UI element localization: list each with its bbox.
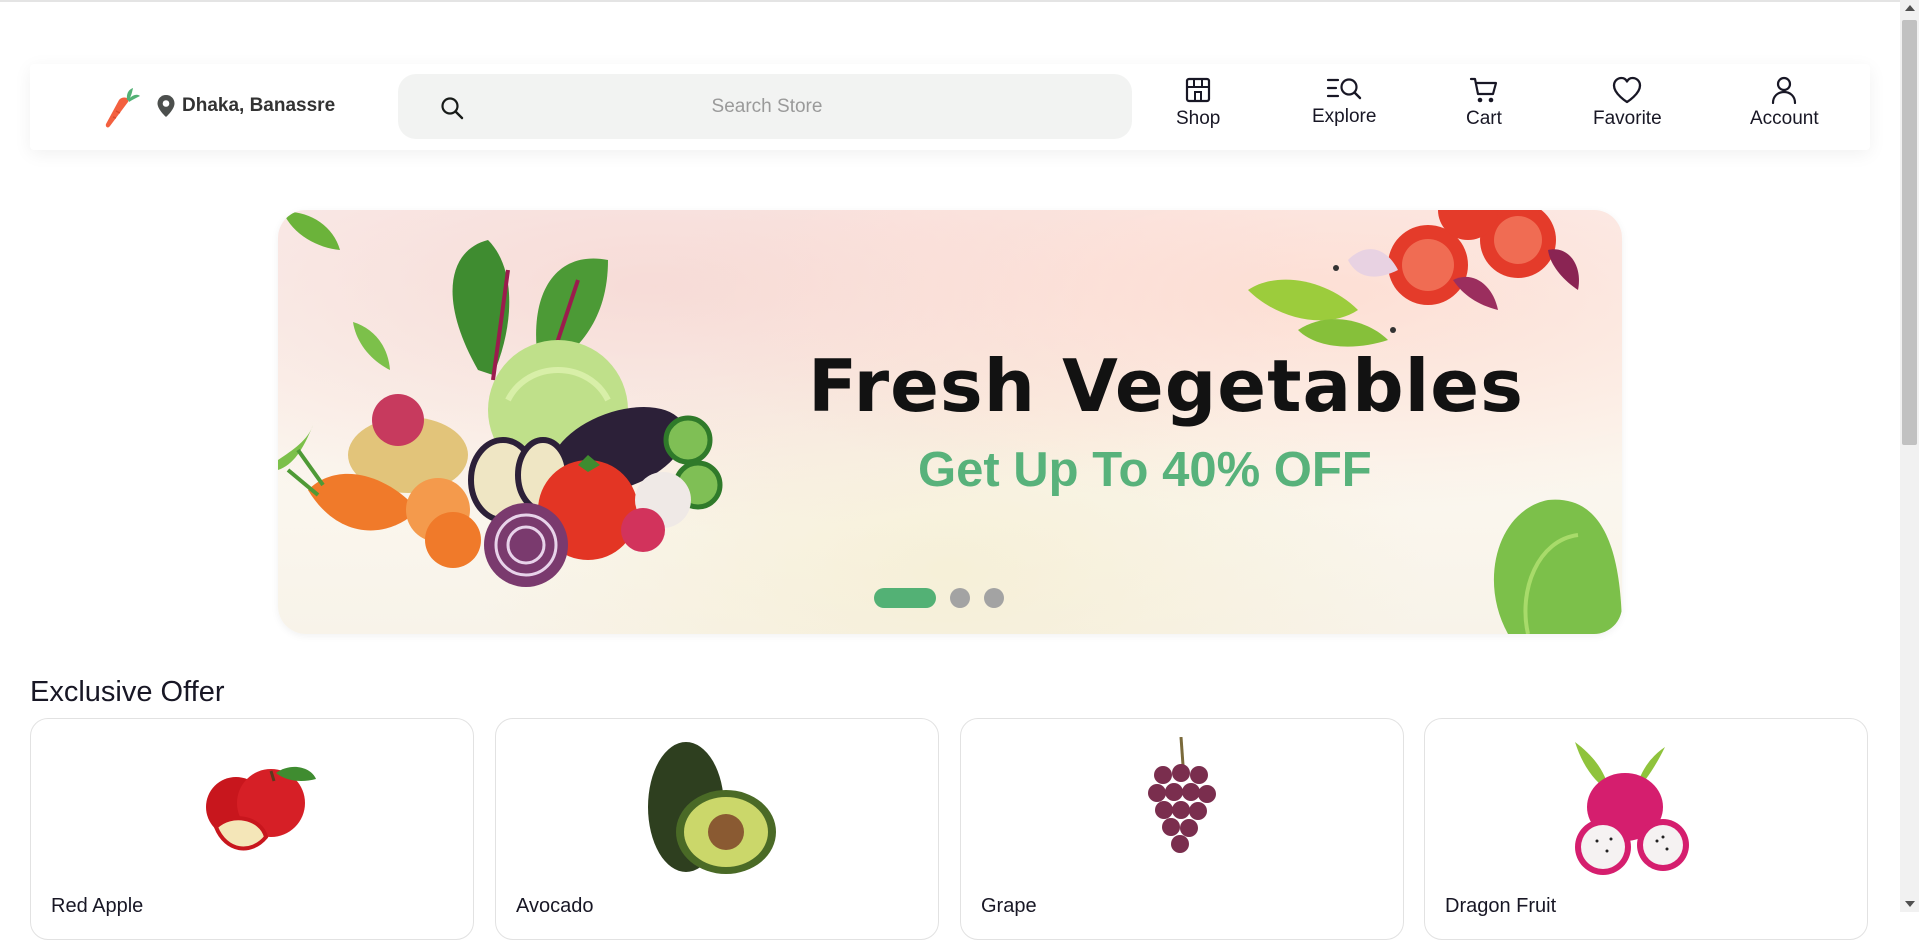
avocado-image [648, 742, 776, 874]
user-icon [1772, 76, 1797, 104]
carousel-dots [874, 588, 1004, 608]
product-card-avocado[interactable]: Avocado [495, 718, 939, 940]
location-selector[interactable]: Dhaka, Banassre [156, 94, 335, 118]
nav-favorite-label: Favorite [1593, 108, 1662, 129]
product-card-dragon-fruit[interactable]: Dragon Fruit [1424, 718, 1868, 940]
product-card-red-apple[interactable]: Red Apple [30, 718, 474, 940]
nav-explore-label: Explore [1312, 106, 1377, 127]
location-label: Dhaka, Banassre [182, 95, 336, 116]
scroll-up-arrow-icon[interactable] [1905, 5, 1915, 11]
product-name: Dragon Fruit [1445, 895, 1557, 917]
red-apple-image [206, 766, 316, 851]
nav-account-label: Account [1750, 108, 1819, 129]
carousel-dot-2[interactable] [950, 588, 970, 608]
explore-icon [1327, 78, 1362, 100]
dragon-fruit-image [1575, 742, 1689, 875]
carousel-dot-1[interactable] [874, 588, 936, 608]
search-input[interactable] [478, 86, 1056, 128]
product-name: Avocado [516, 895, 594, 917]
search-bar[interactable] [398, 74, 1132, 139]
scroll-down-arrow-icon[interactable] [1905, 901, 1915, 907]
nav-favorite[interactable]: Favorite [1593, 76, 1662, 130]
carousel-dot-3[interactable] [984, 588, 1004, 608]
store-icon [1186, 77, 1211, 103]
nav-cart-label: Cart [1466, 108, 1502, 129]
nav-cart[interactable]: Cart [1466, 76, 1502, 130]
heart-icon [1613, 76, 1642, 104]
search-icon[interactable] [440, 96, 464, 120]
location-pin-icon [157, 95, 175, 117]
product-card-grape[interactable]: Grape [960, 718, 1404, 940]
nav-account[interactable]: Account [1750, 76, 1819, 130]
cart-icon [1469, 77, 1498, 103]
top-border [0, 0, 1900, 2]
header-bar: Dhaka, Banassre Shop Explore Cart [30, 64, 1870, 150]
nav-explore[interactable]: Explore [1312, 76, 1376, 128]
nav-shop-label: Shop [1176, 108, 1221, 129]
page-scrollbar[interactable] [1900, 0, 1919, 912]
banner-subtitle: Get Up To 40% OFF [918, 443, 1372, 497]
banner-title: Fresh Vegetables [808, 344, 1524, 428]
nav-shop[interactable]: Shop [1176, 76, 1220, 130]
promo-banner[interactable]: Fresh Vegetables Get Up To 40% OFF [278, 210, 1622, 634]
product-name: Grape [981, 895, 1037, 917]
section-title-exclusive-offer: Exclusive Offer [30, 676, 225, 708]
scrollbar-thumb[interactable] [1902, 20, 1917, 445]
product-name: Red Apple [51, 895, 144, 917]
grape-image [1148, 737, 1216, 853]
carrot-logo-icon[interactable] [102, 86, 142, 130]
